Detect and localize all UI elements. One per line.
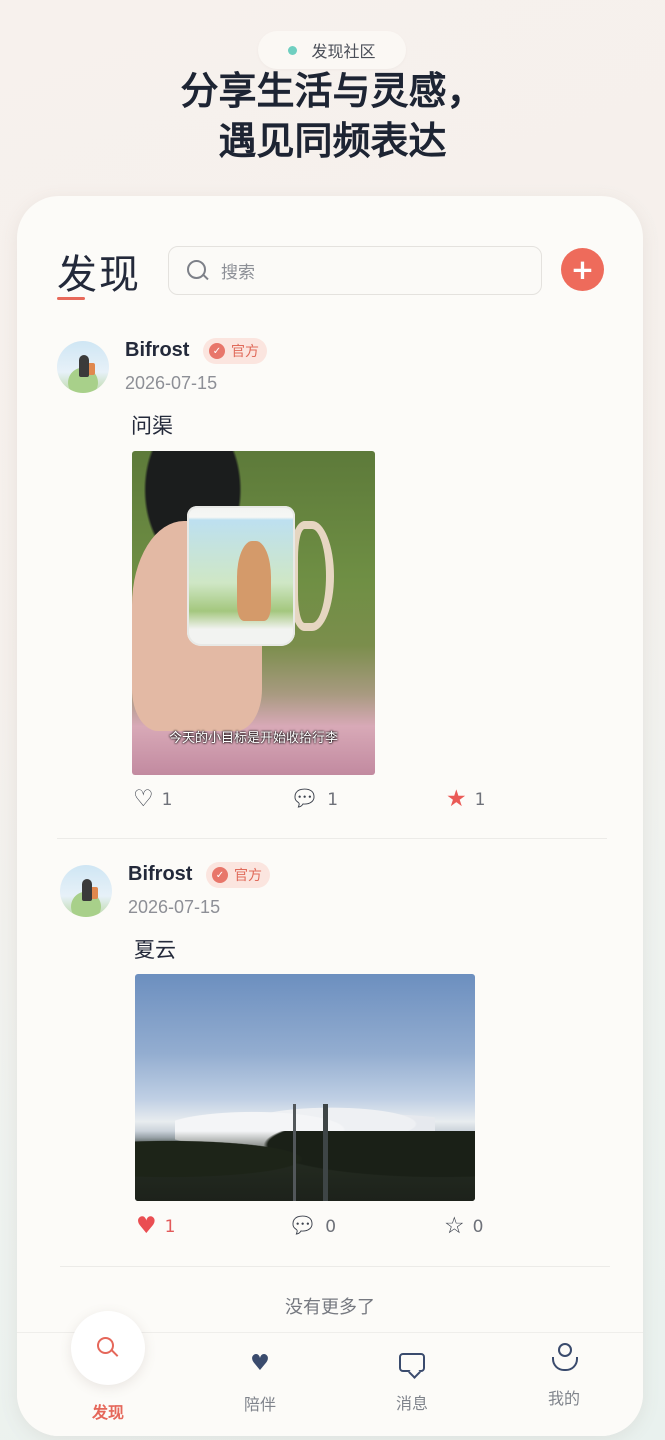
star-button[interactable]: ☆ 0 [444, 1215, 483, 1238]
comment-icon: 💬︎ [288, 1213, 318, 1239]
pill-dot-icon [288, 45, 298, 55]
badge-label: 官方 [231, 344, 259, 360]
pill-label: 发现社区 [311, 42, 376, 61]
star-outline-icon: ☆ [444, 1213, 465, 1239]
comment-count: 1 [327, 789, 339, 810]
active-tab-bubble [71, 1311, 145, 1385]
profile-icon [550, 1343, 578, 1375]
tab-profile[interactable]: 我的 [504, 1333, 624, 1436]
post-date: 2026-07-15 [128, 897, 221, 917]
star-button[interactable]: ★ 1 [446, 788, 485, 811]
star-count: 0 [472, 1216, 484, 1237]
post-username[interactable]: Bifrost [125, 339, 189, 362]
search-icon [95, 1335, 121, 1361]
tab-messages[interactable]: 消息 [352, 1333, 472, 1436]
post-text: 夏云 [134, 938, 176, 962]
avatar[interactable] [57, 341, 109, 393]
plus-icon: + [570, 252, 595, 286]
like-count: 1 [164, 1216, 176, 1237]
post-text: 问渠 [131, 414, 173, 438]
image-caption: 今天的小目标是开始收拾行李 [168, 731, 338, 746]
search-input[interactable]: 搜索 [168, 246, 542, 295]
bottom-tabbar: 发现 ♥ 陪伴 消息 我的 [17, 1311, 643, 1436]
star-icon: ★ [446, 786, 467, 812]
divider [57, 838, 607, 839]
like-count: 1 [161, 789, 173, 810]
like-button[interactable]: ♡ 1 [133, 788, 172, 811]
like-button[interactable]: ♥ 1 [136, 1215, 175, 1238]
tab-label: 我的 [547, 1389, 580, 1408]
app-card: 发现 搜索 + Bifrost ✓ 官方 2026-07-15 问渠 今天的小目… [17, 196, 643, 1436]
comment-count: 0 [325, 1216, 337, 1237]
post-image[interactable] [135, 974, 475, 1201]
divider [60, 1266, 610, 1267]
check-icon: ✓ [209, 343, 225, 359]
official-badge: ✓ 官方 [206, 862, 270, 888]
tab-label: 陪伴 [243, 1395, 276, 1414]
heart-icon: ♡ [133, 786, 154, 812]
avatar[interactable] [60, 865, 112, 917]
headline: 分享生活与灵感， 遇见同频表达 [0, 66, 665, 166]
post-date: 2026-07-15 [125, 373, 218, 393]
headline-line-1: 分享生活与灵感， [180, 68, 485, 113]
comment-button[interactable]: 💬︎ 1 [290, 788, 338, 811]
post-actions: ♥ 1 💬︎ 0 ☆ 0 [17, 1215, 643, 1245]
section-pill: 发现社区 [258, 31, 406, 69]
comment-button[interactable]: 💬︎ 0 [288, 1215, 336, 1238]
add-post-button[interactable]: + [561, 248, 604, 291]
message-icon [399, 1353, 425, 1372]
check-icon: ✓ [212, 867, 228, 883]
post-username[interactable]: Bifrost [128, 863, 192, 886]
tab-label: 消息 [395, 1394, 428, 1413]
headline-line-2: 遇见同频表达 [218, 118, 447, 163]
tab-companion[interactable]: ♥ 陪伴 [200, 1333, 320, 1436]
badge-label: 官方 [234, 868, 262, 884]
page-title: 发现 [57, 252, 141, 298]
comment-icon: 💬︎ [290, 786, 320, 812]
post-image[interactable]: 今天的小目标是开始收拾行李 [132, 451, 375, 775]
official-badge: ✓ 官方 [203, 338, 267, 364]
search-placeholder: 搜索 [221, 263, 255, 283]
heart-icon: ♥ [250, 1351, 270, 1376]
tab-discover[interactable]: 发现 [48, 1311, 168, 1436]
star-count: 1 [474, 789, 486, 810]
post-actions: ♡ 1 💬︎ 1 ★ 1 [17, 788, 643, 818]
search-icon [187, 259, 209, 282]
tab-label: 发现 [91, 1403, 124, 1422]
heart-filled-icon: ♥ [136, 1213, 157, 1239]
title-underline [57, 297, 85, 300]
